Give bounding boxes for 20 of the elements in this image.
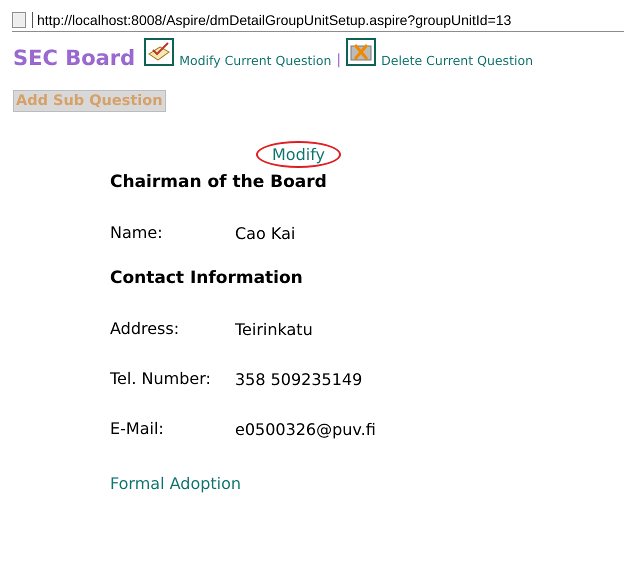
field-label: Name: [110,222,164,244]
separator: | [336,52,342,68]
delete-icon[interactable] [346,38,376,66]
edit-icon[interactable] [144,38,174,66]
modify-link[interactable]: Modify [256,141,342,168]
section-heading: Chairman of the Board [110,172,328,194]
section-heading: Contact Information [110,268,304,290]
field-value: 358 509235149 [235,370,362,388]
url-field[interactable]: http://localhost:8008/Aspire/dmDetailGroupUnitSetup.aspire?groupUnitId=13 [32,12,512,28]
formal-adoption-link[interactable]: Formal Adoption [110,474,242,493]
modify-question-link[interactable]: Modify Current Question [179,53,332,68]
field-label: E-Mail: [110,418,165,440]
field-label: Address: [110,318,180,340]
page-title: SEC Board [13,46,136,70]
field-label: Tel. Number: [110,368,212,390]
field-value: e0500326@puv.fi [235,420,376,438]
delete-question-link[interactable]: Delete Current Question [381,53,534,68]
field-value: Cao Kai [235,224,296,242]
field-value: Teirinkatu [235,320,313,338]
page-icon [12,12,26,28]
